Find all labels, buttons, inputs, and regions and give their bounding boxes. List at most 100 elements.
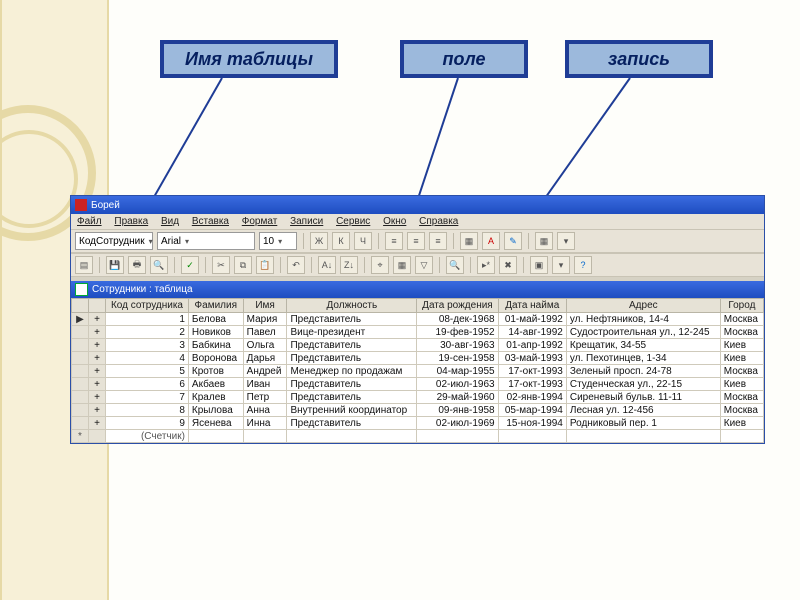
cell-lastname[interactable]: Кротов [188, 365, 243, 378]
cell-hire[interactable]: 14-авг-1992 [498, 326, 566, 339]
cell-lastname[interactable]: Крылова [188, 404, 243, 417]
menu-service[interactable]: Сервис [336, 216, 370, 227]
cell-position[interactable]: Представитель [287, 378, 417, 391]
menu-insert[interactable]: Вставка [192, 216, 229, 227]
bold-button[interactable]: Ж [310, 232, 328, 250]
cut-button[interactable]: ✂ [212, 256, 230, 274]
cell-address[interactable]: Сиреневый бульв. 11-11 [566, 391, 720, 404]
col-dob[interactable]: Дата рождения [417, 299, 498, 313]
cell-city[interactable]: Москва [720, 326, 763, 339]
cell-city[interactable]: Киев [720, 417, 763, 430]
cell-lastname[interactable]: Ясенева [188, 417, 243, 430]
row-selector[interactable] [72, 365, 89, 378]
row-selector[interactable] [72, 326, 89, 339]
row-selector[interactable] [72, 404, 89, 417]
cell-hire[interactable]: 01-май-1992 [498, 313, 566, 326]
cell-position[interactable]: Представитель [287, 391, 417, 404]
cell-dob[interactable]: 02-июл-1963 [417, 378, 498, 391]
cell-address[interactable]: Студенческая ул., 22-15 [566, 378, 720, 391]
font-size[interactable]: 10 [259, 232, 297, 250]
sort-desc-button[interactable]: Z↓ [340, 256, 358, 274]
row-selector[interactable] [72, 391, 89, 404]
cell-lastname[interactable]: Воронова [188, 352, 243, 365]
col-address[interactable]: Адрес [566, 299, 720, 313]
find-button[interactable]: 🔍 [446, 256, 464, 274]
cell-hire[interactable]: 03-май-1993 [498, 352, 566, 365]
filter-form-button[interactable]: ▦ [393, 256, 411, 274]
align-center-button[interactable]: ≡ [407, 232, 425, 250]
expand-toggle[interactable]: + [89, 339, 106, 352]
menu-window[interactable]: Окно [383, 216, 406, 227]
underline-button[interactable]: Ч [354, 232, 372, 250]
cell-hire[interactable]: 02-янв-1994 [498, 391, 566, 404]
cell-firstname[interactable]: Ольга [243, 339, 287, 352]
table-row[interactable]: +8КрыловаАннаВнутренний координатор09-ян… [72, 404, 764, 417]
cell-position[interactable]: Представитель [287, 352, 417, 365]
menu-file[interactable]: Файл [77, 216, 102, 227]
fill-color-button[interactable]: ▦ [460, 232, 478, 250]
menu-help[interactable]: Справка [419, 216, 458, 227]
filter-toggle-button[interactable]: ▽ [415, 256, 433, 274]
cell-lastname[interactable]: Новиков [188, 326, 243, 339]
cell-city[interactable]: Москва [720, 365, 763, 378]
cell-dob[interactable]: 09-янв-1958 [417, 404, 498, 417]
db-window-button[interactable]: ▣ [530, 256, 548, 274]
cell-firstname[interactable]: Павел [243, 326, 287, 339]
cell-firstname[interactable]: Анна [243, 404, 287, 417]
col-firstname[interactable]: Имя [243, 299, 287, 313]
expand-toggle[interactable]: + [89, 352, 106, 365]
cell-id[interactable]: 9 [106, 417, 189, 430]
cell-firstname[interactable]: Андрей [243, 365, 287, 378]
font-color-button[interactable]: A [482, 232, 500, 250]
cell-firstname[interactable]: Дарья [243, 352, 287, 365]
data-grid[interactable]: Код сотрудника Фамилия Имя Должность Дат… [71, 298, 764, 443]
table-row[interactable]: +9ЯсеневаИннаПредставитель02-июл-196915-… [72, 417, 764, 430]
col-hire[interactable]: Дата найма [498, 299, 566, 313]
cell-address[interactable]: Судостроительная ул., 12-245 [566, 326, 720, 339]
cell-city[interactable]: Москва [720, 391, 763, 404]
cell-lastname[interactable]: Белова [188, 313, 243, 326]
cell-dob[interactable]: 30-авг-1963 [417, 339, 498, 352]
cell-lastname[interactable]: Кралев [188, 391, 243, 404]
menu-format[interactable]: Формат [242, 216, 278, 227]
table-window-title-bar[interactable]: Сотрудники : таблица [71, 281, 764, 298]
sort-asc-button[interactable]: A↓ [318, 256, 336, 274]
align-right-button[interactable]: ≡ [429, 232, 447, 250]
expand-toggle[interactable]: + [89, 378, 106, 391]
cell-dob[interactable]: 02-июл-1969 [417, 417, 498, 430]
cell-id[interactable]: 5 [106, 365, 189, 378]
cell-position[interactable]: Представитель [287, 417, 417, 430]
row-selector[interactable] [72, 339, 89, 352]
menu-bar[interactable]: Файл Правка Вид Вставка Формат Записи Се… [71, 214, 764, 229]
undo-button[interactable]: ↶ [287, 256, 305, 274]
cell-dob[interactable]: 19-фев-1952 [417, 326, 498, 339]
paste-button[interactable]: 📋 [256, 256, 274, 274]
cell-position[interactable]: Представитель [287, 313, 417, 326]
cell-address[interactable]: Лесная ул. 12-456 [566, 404, 720, 417]
save-button[interactable]: 💾 [106, 256, 124, 274]
field-selector[interactable]: КодСотрудник [75, 232, 153, 250]
new-object-button[interactable]: ▾ [552, 256, 570, 274]
cell-hire[interactable]: 01-апр-1992 [498, 339, 566, 352]
cell-address[interactable]: Крещатик, 34-55 [566, 339, 720, 352]
cell-address[interactable]: ул. Нефтяников, 14-4 [566, 313, 720, 326]
cell-dob[interactable]: 19-сен-1958 [417, 352, 498, 365]
font-name[interactable]: Arial [157, 232, 255, 250]
row-selector-header[interactable] [72, 299, 89, 313]
special-button[interactable]: ▾ [557, 232, 575, 250]
menu-edit[interactable]: Правка [114, 216, 148, 227]
delete-record-button[interactable]: ✖ [499, 256, 517, 274]
row-selector[interactable] [72, 417, 89, 430]
gridlines-button[interactable]: ▦ [535, 232, 553, 250]
cell-firstname[interactable]: Инна [243, 417, 287, 430]
preview-button[interactable]: 🔍 [150, 256, 168, 274]
cell-dob[interactable]: 08-дек-1968 [417, 313, 498, 326]
cell-position[interactable]: Представитель [287, 339, 417, 352]
cell-address[interactable]: Родниковый пер. 1 [566, 417, 720, 430]
row-selector[interactable] [72, 378, 89, 391]
cell-id[interactable]: 4 [106, 352, 189, 365]
cell-city[interactable]: Киев [720, 378, 763, 391]
cell-id[interactable]: 2 [106, 326, 189, 339]
table-row[interactable]: +3БабкинаОльгаПредставитель30-авг-196301… [72, 339, 764, 352]
cell-id[interactable]: 8 [106, 404, 189, 417]
